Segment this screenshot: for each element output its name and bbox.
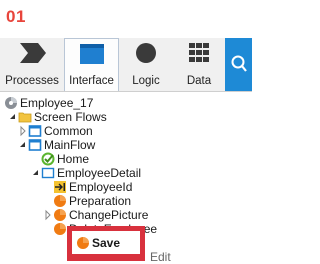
tree-item-save-label: Save: [92, 236, 121, 250]
folder-icon: [18, 112, 32, 123]
processes-icon: [0, 42, 64, 64]
tree-item-screen-flows-label: Screen Flows: [34, 110, 107, 124]
search-button[interactable]: [225, 38, 252, 91]
layer-toolbar: Processes Interface Logic Data: [0, 38, 252, 92]
tab-logic-label: Logic: [132, 75, 160, 87]
tab-processes-label: Processes: [5, 75, 59, 87]
tab-interface[interactable]: Interface: [64, 38, 119, 91]
tree-item-mainflow-label: MainFlow: [44, 138, 96, 152]
expand-arrow-icon[interactable]: [32, 166, 39, 180]
data-icon: [173, 42, 225, 64]
home-screen-icon: [41, 152, 55, 166]
step-number: 01: [6, 7, 26, 26]
module-icon: [5, 97, 17, 109]
search-icon: [231, 55, 247, 72]
tree-item-preparation-label: Preparation: [69, 194, 132, 208]
action-icon: [54, 195, 66, 207]
tree-item-common-label: Common: [44, 124, 93, 138]
tree-item-employee-detail-label: EmployeeDetail: [57, 166, 142, 180]
expand-arrow-icon[interactable]: [9, 110, 16, 124]
input-parameter-icon: [54, 181, 66, 193]
tree-item-partial-label: Edit: [150, 250, 171, 264]
tree-item-change-picture-label: ChangePicture: [69, 208, 149, 222]
action-icon: [77, 237, 89, 249]
tree-item-partial[interactable]: Edit: [150, 250, 171, 264]
tab-logic[interactable]: Logic: [119, 38, 173, 91]
flow-icon: [28, 125, 42, 137]
tree-item-employee-id-label: EmployeeId: [69, 180, 133, 194]
tree-item-home-label: Home: [57, 152, 90, 166]
action-icon: [54, 209, 66, 221]
interface-icon: [65, 43, 118, 65]
action-icon: [54, 223, 66, 235]
tree-item-module-label: Employee_17: [20, 96, 94, 110]
tab-data[interactable]: Data: [173, 38, 225, 91]
tab-data-label: Data: [186, 75, 212, 87]
tab-interface-label: Interface: [69, 75, 114, 87]
screen-icon: [41, 167, 55, 179]
flow-icon: [28, 139, 42, 151]
collapse-arrow-icon[interactable]: [44, 208, 51, 222]
tab-processes[interactable]: Processes: [0, 38, 64, 91]
expand-arrow-icon[interactable]: [19, 138, 26, 152]
logic-icon: [119, 42, 173, 64]
collapse-arrow-icon[interactable]: [19, 124, 26, 138]
